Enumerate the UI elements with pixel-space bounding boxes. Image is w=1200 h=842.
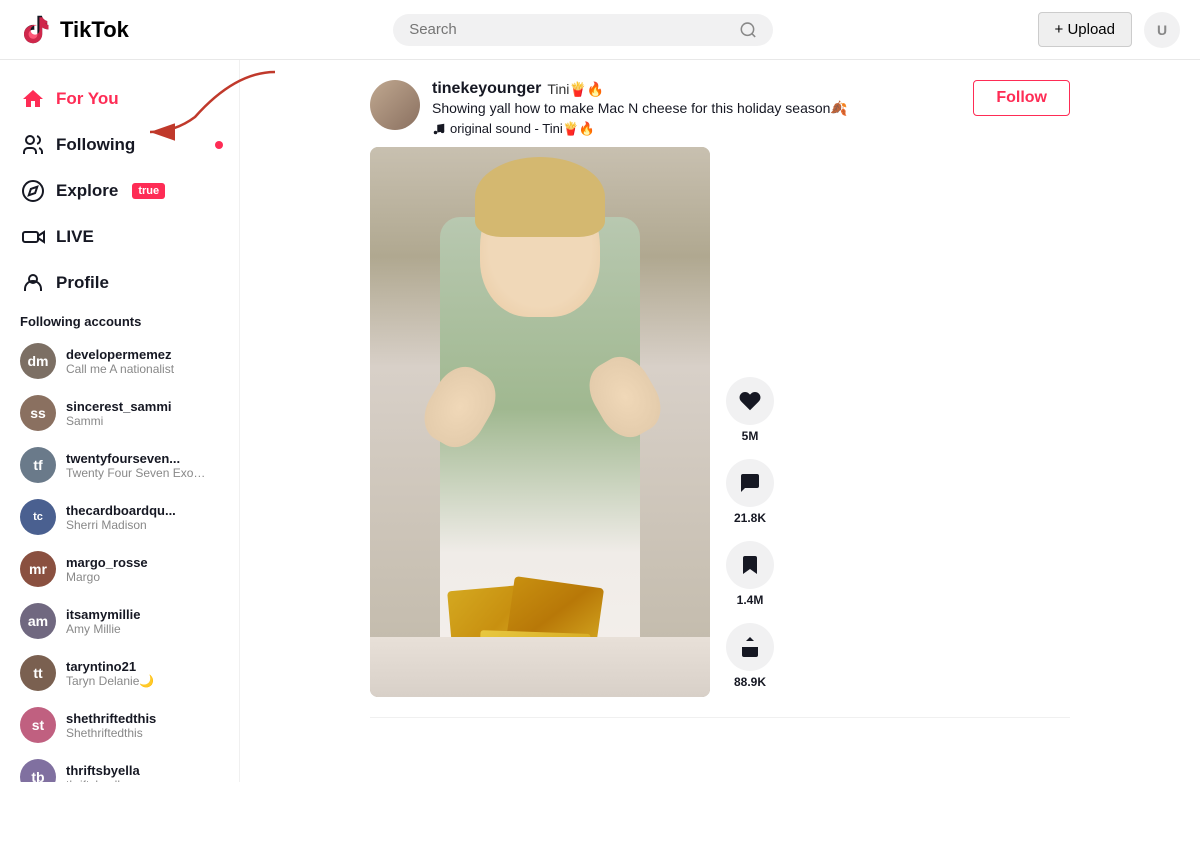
- account-info: taryntino21 Taryn Delanie🌙: [66, 659, 154, 688]
- tiktok-logo-icon: [20, 14, 52, 46]
- account-info: itsamymillie Amy Millie: [66, 607, 140, 636]
- list-item[interactable]: tf twentyfourseven... Twenty Four Seven …: [0, 439, 239, 491]
- list-item[interactable]: mr margo_rosse Margo: [0, 543, 239, 595]
- people-icon: [20, 132, 46, 158]
- account-info: developermemez Call me A nationalist: [66, 347, 174, 376]
- account-info: sincerest_sammi Sammi: [66, 399, 172, 428]
- explore-new-badge: true: [132, 183, 165, 199]
- like-count: 5M: [742, 429, 759, 443]
- feed-item: tinekeyounger Tini🍟🔥 Showing yall how to…: [370, 60, 1070, 718]
- search-bar[interactable]: [393, 14, 773, 46]
- compass-icon: [20, 178, 46, 204]
- video-thumbnail[interactable]: [370, 147, 710, 697]
- account-info: thriftsbyella thriftsbyella: [66, 763, 140, 783]
- following-badge-dot: [215, 141, 223, 149]
- share-icon: [738, 635, 762, 659]
- search-icon: [739, 20, 757, 40]
- bookmark-icon: [738, 553, 762, 577]
- username-row: tinekeyounger Tini🍟🔥: [432, 80, 961, 98]
- comment-icon: [738, 471, 762, 495]
- list-item[interactable]: ss sincerest_sammi Sammi: [0, 387, 239, 439]
- sidebar-item-following[interactable]: Following: [0, 122, 239, 168]
- account-info: shethriftedthis Shethriftedthis: [66, 711, 156, 740]
- user-avatar[interactable]: U: [1144, 12, 1180, 48]
- avatar: tc: [20, 499, 56, 535]
- bookmark-button[interactable]: 1.4M: [726, 541, 774, 607]
- video-header: tinekeyounger Tini🍟🔥 Showing yall how to…: [370, 80, 1070, 147]
- main-feed: tinekeyounger Tini🍟🔥 Showing yall how to…: [240, 60, 1200, 782]
- account-info: twentyfourseven... Twenty Four Seven Exo…: [66, 451, 206, 480]
- follow-button[interactable]: Follow: [973, 80, 1070, 116]
- sound-text: original sound - Tini🍟🔥: [450, 121, 595, 137]
- avatar: am: [20, 603, 56, 639]
- bookmark-icon-circle: [726, 541, 774, 589]
- list-item[interactable]: st shethriftedthis Shethriftedthis: [0, 699, 239, 751]
- search-input[interactable]: [409, 21, 731, 38]
- username-meta: Tini🍟🔥: [547, 81, 604, 98]
- logo-text: TikTok: [60, 17, 129, 43]
- sidebar: For You Following Explore true LIVE: [0, 60, 240, 782]
- video-description: Showing yall how to make Mac N cheese fo…: [432, 100, 961, 117]
- sidebar-item-explore[interactable]: Explore true: [0, 168, 239, 214]
- sidebar-item-live[interactable]: LIVE: [0, 214, 239, 260]
- upload-button[interactable]: + Upload: [1038, 12, 1132, 47]
- comment-icon-circle: [726, 459, 774, 507]
- avatar: tt: [20, 655, 56, 691]
- live-icon: [20, 224, 46, 250]
- account-info: margo_rosse Margo: [66, 555, 148, 584]
- list-item[interactable]: am itsamymillie Amy Millie: [0, 595, 239, 647]
- like-button[interactable]: 5M: [726, 377, 774, 443]
- avatar: ss: [20, 395, 56, 431]
- account-info: thecardboardqu... Sherri Madison: [66, 503, 176, 532]
- sound-info: original sound - Tini🍟🔥: [432, 121, 961, 137]
- avatar: st: [20, 707, 56, 743]
- heart-icon: [738, 389, 762, 413]
- action-buttons: 5M 21.8K 1.4M: [726, 377, 774, 697]
- sidebar-item-for-you[interactable]: For You: [0, 76, 239, 122]
- following-section-title: Following accounts: [0, 306, 239, 335]
- share-count: 88.9K: [734, 675, 766, 689]
- logo[interactable]: TikTok: [20, 14, 129, 46]
- avatar: tb: [20, 759, 56, 782]
- username[interactable]: tinekeyounger: [432, 80, 541, 98]
- person-icon: [20, 270, 46, 296]
- video-container: 5M 21.8K 1.4M: [370, 147, 1070, 697]
- list-item[interactable]: tc thecardboardqu... Sherri Madison: [0, 491, 239, 543]
- home-icon: [20, 86, 46, 112]
- poster-avatar[interactable]: [370, 80, 420, 130]
- avatar: tf: [20, 447, 56, 483]
- comment-button[interactable]: 21.8K: [726, 459, 774, 525]
- share-button[interactable]: 88.9K: [726, 623, 774, 689]
- music-note-icon: [432, 122, 446, 136]
- share-icon-circle: [726, 623, 774, 671]
- header-right: + Upload U: [1038, 12, 1180, 48]
- list-item[interactable]: tt taryntino21 Taryn Delanie🌙: [0, 647, 239, 699]
- avatar: dm: [20, 343, 56, 379]
- list-item[interactable]: tb thriftsbyella thriftsbyella: [0, 751, 239, 782]
- sidebar-item-profile[interactable]: Profile: [0, 260, 239, 306]
- layout: For You Following Explore true LIVE: [0, 60, 1200, 782]
- list-item[interactable]: dm developermemez Call me A nationalist: [0, 335, 239, 387]
- bookmark-count: 1.4M: [737, 593, 764, 607]
- avatar: mr: [20, 551, 56, 587]
- comment-count: 21.8K: [734, 511, 766, 525]
- like-icon-circle: [726, 377, 774, 425]
- header: TikTok + Upload U: [0, 0, 1200, 60]
- user-info: tinekeyounger Tini🍟🔥 Showing yall how to…: [432, 80, 961, 137]
